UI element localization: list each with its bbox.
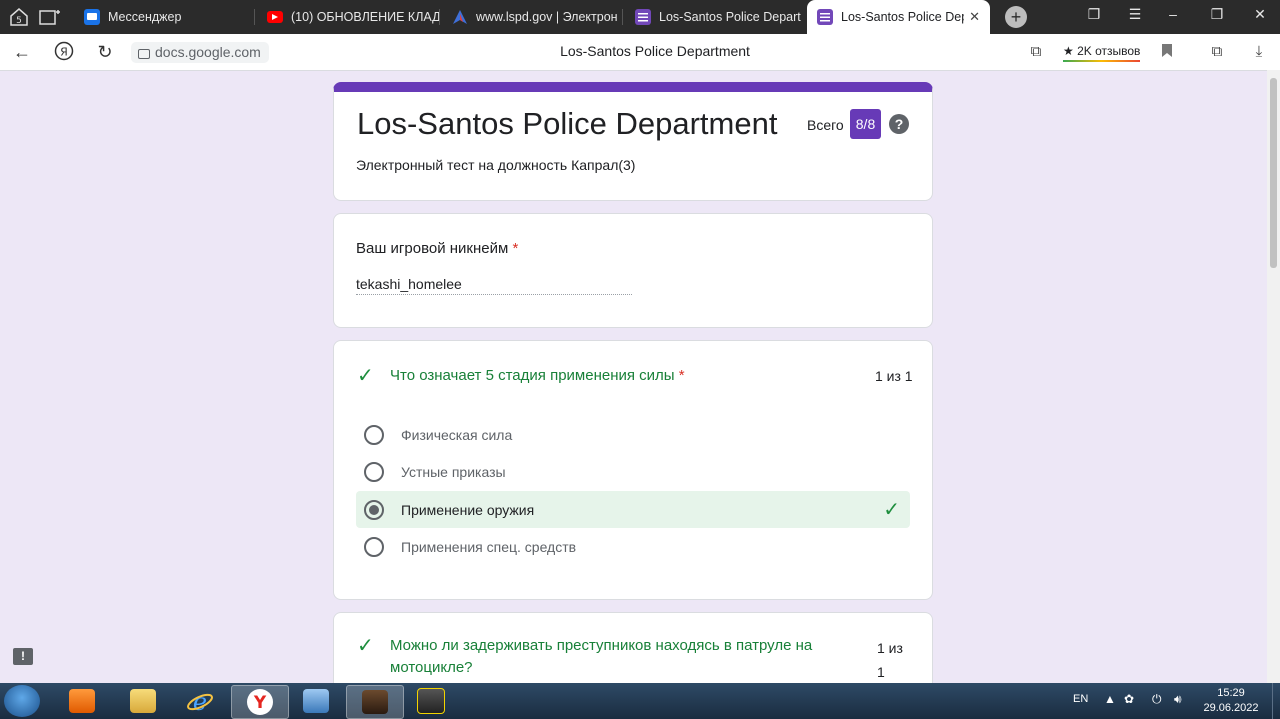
answer-option: Применения спец. средств: [356, 528, 910, 565]
volume-icon[interactable]: 🔊︎: [1174, 692, 1182, 707]
program-icon[interactable]: [403, 685, 459, 717]
correct-check-icon: ✓: [883, 499, 900, 521]
extensions-icon[interactable]: ⧉: [1208, 43, 1226, 61]
new-tab-button[interactable]: +: [1005, 6, 1027, 28]
network-icon[interactable]: [288, 685, 344, 717]
internet-explorer-icon[interactable]: e: [172, 685, 228, 717]
radio-button: [364, 424, 384, 445]
form-description: Электронный тест на должность Капрал(3): [356, 157, 636, 173]
question-points: 1: [877, 664, 885, 680]
google-forms-icon: [817, 9, 833, 25]
tab-title: www.lspd.gov | Электрон: [476, 10, 618, 24]
tab-forms-active[interactable]: Los-Santos Police Depa ✕: [807, 0, 990, 34]
language-indicator[interactable]: EN: [1073, 693, 1088, 705]
svg-text:5: 5: [16, 16, 22, 26]
tab-title: (10) ОБНОВЛЕНИЕ КЛАД: [291, 10, 440, 24]
menu-icon[interactable]: ☰: [1125, 6, 1145, 23]
score-badge: 8/8: [850, 109, 881, 139]
radio-button: [364, 536, 384, 557]
tray-app-icon[interactable]: ✿: [1124, 692, 1134, 706]
yandex-browser-icon[interactable]: Y: [231, 685, 289, 719]
tab-title: Los-Santos Police Depart: [659, 10, 801, 24]
tab-messenger[interactable]: Мессенджер: [70, 0, 255, 34]
option-label: Устные приказы: [401, 463, 506, 480]
file-explorer-icon[interactable]: [115, 685, 171, 717]
tab-youtube[interactable]: (10) ОБНОВЛЕНИЕ КЛАД: [255, 0, 440, 34]
clock-date: 29.06.2022: [1203, 702, 1259, 714]
tab-groups-icon[interactable]: [37, 5, 63, 29]
option-label: Физическая сила: [401, 426, 513, 443]
bookmark-icon[interactable]: [1158, 43, 1176, 61]
reviews-label: 2K отзывов: [1077, 44, 1141, 58]
help-icon[interactable]: ?: [889, 114, 909, 134]
option-label: Применение оружия: [401, 501, 535, 518]
google-forms-icon: [635, 9, 651, 25]
taskbar: e Y EN ▲ ✿ ⏻ 🔊︎ 15:29 29.06.2022: [0, 683, 1280, 719]
restore-icon[interactable]: ❐: [1207, 6, 1227, 23]
clock-time: 15:29: [1217, 687, 1245, 699]
show-desktop-button[interactable]: [1272, 683, 1280, 719]
lock-icon: [138, 49, 150, 59]
game-icon[interactable]: [346, 685, 404, 719]
feedback-icon[interactable]: !: [13, 648, 33, 665]
total-label: Всего: [807, 117, 844, 133]
close-window-icon[interactable]: ✕: [1250, 6, 1270, 23]
back-icon[interactable]: ←: [10, 41, 34, 63]
tray-expand-icon[interactable]: ▲: [1104, 692, 1116, 706]
correct-check-icon: ✓: [357, 635, 374, 657]
yandex-icon[interactable]: Я: [52, 41, 76, 63]
answer-option: Устные приказы: [356, 453, 910, 490]
page-scrollbar[interactable]: [1267, 70, 1280, 683]
home-icon[interactable]: 5: [6, 5, 32, 29]
messenger-icon: [84, 9, 100, 25]
collections-icon[interactable]: ❐: [1084, 6, 1104, 23]
nickname-answer: tekashi_homelee: [356, 276, 632, 295]
form-header-card: Los-Santos Police Department Всего 8/8 ?…: [333, 82, 933, 201]
option-label: Применения спец. средств: [401, 538, 577, 555]
start-button[interactable]: [4, 685, 40, 717]
page-title: Los-Santos Police Department: [560, 43, 750, 59]
answer-option: Физическая сила: [356, 416, 910, 453]
form-title: Los-Santos Police Department: [357, 106, 778, 141]
tab-forms-1[interactable]: Los-Santos Police Depart: [623, 0, 805, 34]
question-card: ✓ Что означает 5 стадия применения силы …: [333, 340, 933, 600]
nickname-card: Ваш игровой никнейм * tekashi_homelee: [333, 213, 933, 328]
question-points: 1 из 1: [875, 368, 913, 384]
svg-text:Я: Я: [60, 46, 68, 59]
tab-lspd[interactable]: www.lspd.gov | Электрон: [440, 0, 623, 34]
svg-text:Y: Y: [253, 693, 267, 713]
download-icon[interactable]: ⤓: [1250, 43, 1268, 61]
required-mark: *: [678, 367, 685, 384]
url-text: docs.google.com: [155, 44, 261, 60]
required-mark: *: [512, 240, 519, 257]
reviews-button[interactable]: ★ 2K отзывов: [1063, 44, 1141, 62]
address-bar: ← Я ↻ docs.google.com Los-Santos Police …: [0, 34, 1280, 71]
minimize-icon[interactable]: –: [1163, 6, 1183, 22]
question-title: Можно ли задерживать преступников находя…: [390, 637, 813, 676]
question-title: Что означает 5 стадия применения силы *: [390, 367, 685, 384]
question-points: 1 из: [877, 640, 903, 656]
browser-tab-strip: 5 Мессенджер (10) ОБНОВЛЕНИЕ КЛАД www.ls…: [0, 0, 1280, 34]
answer-option-correct: Применение оружия ✓: [356, 491, 910, 528]
svg-text:e: e: [193, 688, 207, 714]
url-field[interactable]: docs.google.com: [131, 42, 269, 63]
media-player-icon[interactable]: [54, 685, 110, 717]
reload-icon[interactable]: ↻: [93, 41, 117, 63]
translate-icon[interactable]: ⧉: [1027, 43, 1045, 61]
radio-button-selected: [364, 499, 384, 520]
correct-check-icon: ✓: [357, 365, 374, 387]
power-icon[interactable]: ⏻: [1152, 692, 1162, 707]
tab-title: Мессенджер: [108, 10, 182, 24]
scrollbar-thumb[interactable]: [1270, 78, 1277, 268]
lspd-icon: [452, 9, 468, 25]
clock[interactable]: 15:29 29.06.2022: [1195, 686, 1267, 716]
tab-title: Los-Santos Police Depa: [841, 10, 964, 24]
youtube-icon: [267, 11, 283, 23]
nickname-label: Ваш игровой никнейм *: [356, 240, 519, 257]
close-tab-icon[interactable]: ✕: [969, 9, 980, 25]
radio-button: [364, 461, 384, 482]
